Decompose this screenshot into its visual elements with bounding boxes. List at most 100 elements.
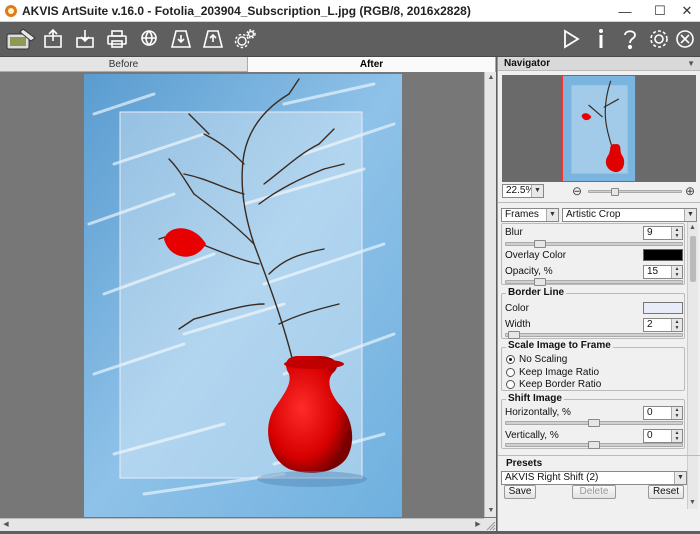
window-title: AKVIS ArtSuite v.16.0 - Fotolia_203904_S…	[22, 4, 471, 18]
scroll-down-icon[interactable]: ▼	[687, 497, 698, 509]
open-image-icon[interactable]	[38, 25, 68, 53]
vertically-input[interactable]: 0 ▲ ▼	[643, 429, 683, 443]
spinner-icon[interactable]: ▲ ▼	[671, 407, 682, 419]
navigator-thumbnail[interactable]	[562, 75, 636, 182]
opacity-slider-handle[interactable]	[534, 278, 546, 286]
keep-image-ratio-label[interactable]: Keep Image Ratio	[519, 367, 599, 378]
horizontally-slider[interactable]	[505, 419, 683, 427]
opacity-input[interactable]: 15 ▲ ▼	[643, 265, 683, 279]
zoom-in-icon[interactable]: ⊕	[685, 184, 695, 198]
chevron-down-icon[interactable]: ▼	[674, 472, 686, 484]
width-input[interactable]: 2 ▲ ▼	[643, 318, 683, 332]
navigator-view[interactable]	[502, 75, 696, 182]
tab-after[interactable]: After	[248, 57, 496, 72]
view-tabs: Before After	[0, 57, 496, 72]
vertical-scrollbar[interactable]: ▲ ▼	[484, 72, 496, 517]
zoom-out-icon[interactable]: ⊖	[572, 184, 582, 198]
info-icon[interactable]	[586, 25, 616, 53]
opacity-slider[interactable]	[505, 278, 683, 286]
horizontally-label: Horizontally, %	[505, 407, 571, 418]
app-icon	[5, 5, 17, 17]
image-canvas-area: Before After ▲ ▼ ◀ ▶	[0, 57, 496, 531]
scrollbar-thumb[interactable]	[690, 236, 696, 282]
preset-selected-value: AKVIS Right Shift (2)	[505, 472, 599, 483]
resize-grip-icon[interactable]	[484, 518, 496, 531]
scroll-left-icon[interactable]: ◀	[0, 519, 12, 531]
tab-before[interactable]: Before	[0, 57, 248, 72]
zoom-slider-handle[interactable]	[611, 188, 619, 196]
presets-title: Presets	[504, 458, 545, 469]
import-preset-icon[interactable]	[166, 25, 196, 53]
settings-scrollbar[interactable]: ▲ ▼	[687, 222, 698, 509]
border-color-label: Color	[505, 303, 529, 314]
minimize-icon[interactable]: —	[610, 0, 640, 22]
overlay-color-label: Overlay Color	[505, 250, 567, 261]
width-slider[interactable]	[505, 331, 683, 339]
vertically-slider[interactable]	[505, 441, 683, 449]
spinner-icon[interactable]: ▲ ▼	[671, 266, 682, 278]
keep-border-ratio-label[interactable]: Keep Border Ratio	[519, 379, 601, 390]
effect-type-value: Artistic Crop	[566, 209, 621, 220]
presets-select[interactable]: AKVIS Right Shift (2) ▼	[501, 471, 687, 485]
title-bar: AKVIS ArtSuite v.16.0 - Fotolia_203904_S…	[0, 0, 700, 22]
spinner-icon[interactable]: ▲ ▼	[671, 227, 682, 239]
delete-preset-button[interactable]: Delete	[572, 485, 616, 499]
horizontally-slider-handle[interactable]	[588, 419, 600, 427]
print-icon[interactable]	[102, 25, 132, 53]
blur-slider[interactable]	[505, 240, 683, 248]
zoom-slider[interactable]	[588, 188, 682, 196]
horizontally-input[interactable]: 0 ▲ ▼	[643, 406, 683, 420]
close-icon[interactable]: ✕	[672, 0, 700, 22]
blur-input[interactable]: 9 ▲ ▼	[643, 226, 683, 240]
navigator-title: Navigator	[504, 58, 551, 69]
settings-gear-icon[interactable]	[230, 25, 260, 53]
width-label: Width	[505, 319, 531, 330]
scroll-up-icon[interactable]: ▲	[687, 222, 698, 234]
border-line-title: Border Line	[506, 287, 567, 298]
overlay-color-swatch[interactable]	[643, 249, 683, 261]
collapse-icon[interactable]: ▼	[687, 57, 695, 71]
shift-image-title: Shift Image	[506, 393, 564, 404]
width-slider-handle[interactable]	[508, 331, 520, 339]
scroll-down-icon[interactable]: ▼	[485, 505, 497, 517]
divider	[498, 455, 700, 456]
effect-type-select[interactable]: Artistic Crop ▼	[562, 208, 697, 222]
preferences-icon[interactable]	[644, 25, 674, 53]
scale-title: Scale Image to Frame	[506, 340, 613, 351]
photo-preview[interactable]	[84, 74, 402, 517]
scroll-right-icon[interactable]: ▶	[472, 519, 484, 531]
export-preset-icon[interactable]	[198, 25, 228, 53]
navigator-header[interactable]: Navigator ▼	[498, 57, 700, 71]
save-image-icon[interactable]	[70, 25, 100, 53]
share-icon[interactable]	[134, 25, 164, 53]
no-scaling-radio[interactable]	[506, 355, 515, 364]
opacity-value: 15	[647, 266, 659, 277]
blur-value: 9	[647, 227, 653, 238]
spinner-icon[interactable]: ▲ ▼	[671, 430, 682, 442]
keep-image-ratio-radio[interactable]	[506, 368, 515, 377]
scroll-up-icon[interactable]: ▲	[485, 72, 497, 84]
horizontal-scrollbar[interactable]: ◀ ▶	[0, 518, 484, 531]
blur-label: Blur	[505, 227, 523, 238]
help-icon[interactable]	[615, 25, 645, 53]
maximize-icon[interactable]: ☐	[645, 0, 675, 22]
chevron-down-icon[interactable]: ▼	[684, 209, 696, 221]
chevron-down-icon[interactable]: ▼	[531, 185, 543, 197]
zoom-select[interactable]: 22.5% ▼	[502, 184, 544, 198]
blur-slider-handle[interactable]	[534, 240, 546, 248]
chevron-down-icon[interactable]: ▼	[546, 209, 558, 221]
no-scaling-label[interactable]: No Scaling	[519, 354, 567, 365]
artsuite-logo-icon[interactable]	[4, 25, 38, 53]
vertically-slider-handle[interactable]	[588, 441, 600, 449]
divider	[498, 202, 700, 203]
border-color-swatch[interactable]	[643, 302, 683, 314]
opacity-label: Opacity, %	[505, 266, 553, 277]
effect-category-select[interactable]: Frames ▼	[501, 208, 559, 222]
close-tool-icon[interactable]	[672, 25, 698, 53]
save-preset-button[interactable]: Save	[504, 485, 536, 499]
keep-border-ratio-radio[interactable]	[506, 380, 515, 389]
width-value: 2	[647, 319, 653, 330]
reset-preset-button[interactable]: Reset	[648, 485, 684, 499]
spinner-icon[interactable]: ▲ ▼	[671, 319, 682, 331]
run-icon[interactable]	[556, 25, 586, 53]
